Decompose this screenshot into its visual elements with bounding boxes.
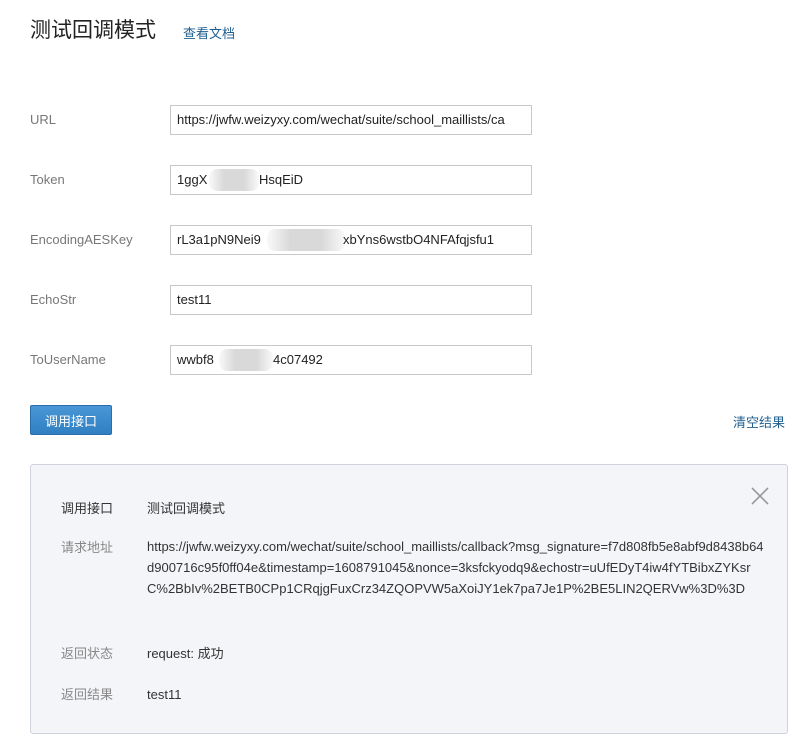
redaction-blur: [267, 229, 345, 251]
redaction-blur: [219, 349, 273, 371]
result-panel: 调用接口 测试回调模式 请求地址 https://jwfw.weizyxy.co…: [30, 464, 788, 734]
result-value: 测试回调模式: [147, 501, 226, 516]
token-value-end: HsqEiD: [259, 172, 304, 187]
aes-key-row: EncodingAESKey rL3a1pN9Nei9 xbYns6wstbO4…: [30, 225, 532, 255]
redaction-blur: [209, 169, 259, 191]
result-label: 请求地址: [61, 540, 114, 555]
token-label: Token: [30, 172, 65, 187]
result-value: request: 成功: [147, 646, 224, 661]
result-value: https://jwfw.weizyxy.com/wechat/suite/sc…: [147, 539, 764, 596]
to-user-value-start: wwbf8: [177, 352, 214, 367]
aes-key-input[interactable]: rL3a1pN9Nei9 xbYns6wstbO4NFAfqjsfu1: [170, 225, 532, 255]
echostr-input[interactable]: test11: [170, 285, 532, 315]
token-input[interactable]: 1ggX HsqEiD: [170, 165, 532, 195]
echostr-label: EchoStr: [30, 292, 77, 307]
view-docs-link[interactable]: 查看文档: [183, 23, 235, 42]
page-title: 测试回调模式: [30, 19, 156, 42]
to-user-row: ToUserName wwbf8 4c07492: [30, 345, 532, 375]
to-user-value-end: 4c07492: [273, 352, 323, 367]
echostr-row: EchoStr test11: [30, 285, 532, 315]
url-row: URL https://jwfw.weizyxy.com/wechat/suit…: [30, 105, 532, 135]
aes-key-label: EncodingAESKey: [30, 232, 133, 247]
aes-key-value-start: rL3a1pN9Nei9: [177, 232, 261, 247]
url-label: URL: [30, 112, 57, 127]
token-value-start: 1ggX: [177, 172, 208, 187]
to-user-input[interactable]: wwbf8 4c07492: [170, 345, 532, 375]
clear-results-link[interactable]: 清空结果: [733, 412, 785, 431]
aes-key-value-end: xbYns6wstbO4NFAfqjsfu1: [343, 232, 495, 247]
to-user-label: ToUserName: [30, 352, 106, 367]
result-label: 调用接口: [61, 501, 114, 516]
result-value: test11: [147, 687, 182, 702]
result-label: 返回结果: [61, 687, 114, 702]
url-input[interactable]: https://jwfw.weizyxy.com/wechat/suite/sc…: [170, 105, 532, 135]
result-label: 返回状态: [61, 646, 114, 661]
token-row: Token 1ggX HsqEiD: [30, 165, 532, 195]
invoke-api-button[interactable]: 调用接口: [30, 405, 112, 435]
